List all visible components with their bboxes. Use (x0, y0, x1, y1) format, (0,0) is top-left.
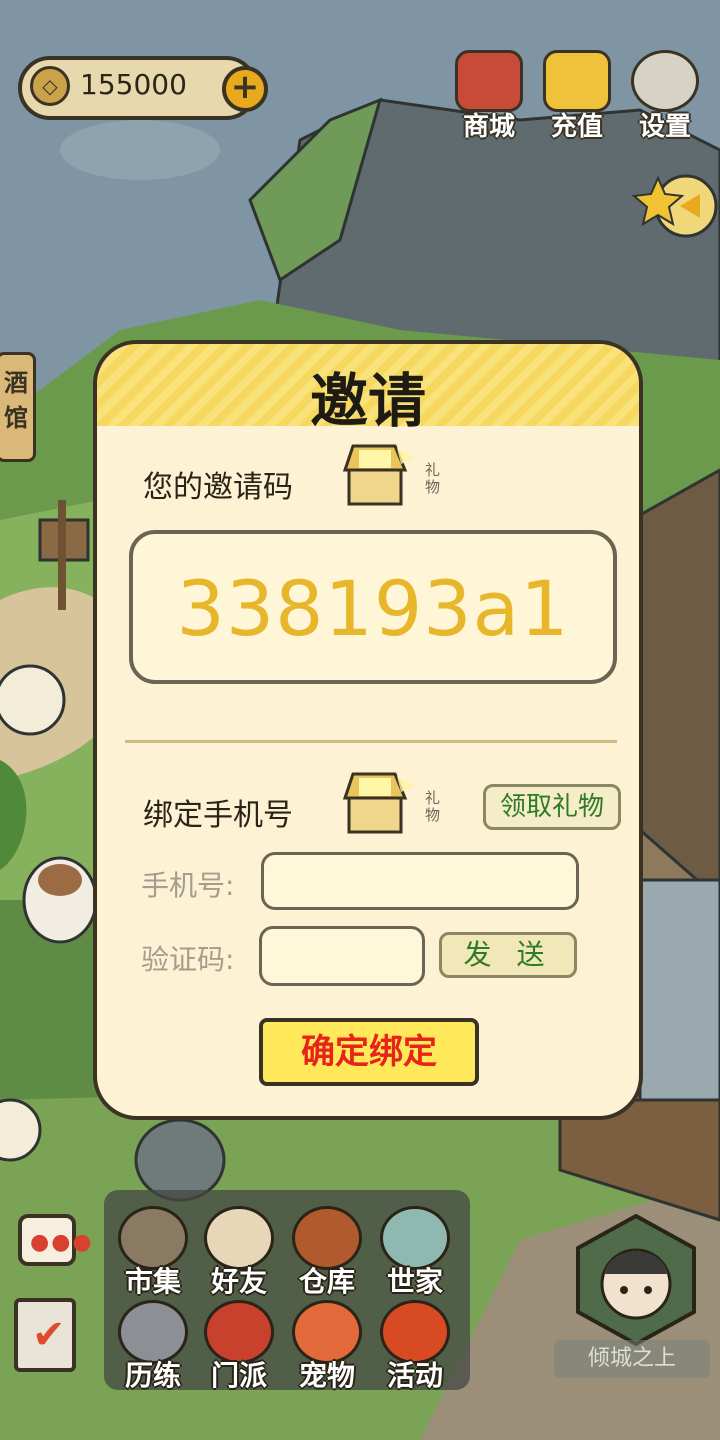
gift-chest-icon (342, 772, 415, 834)
invite-code-label: 您的邀请码 (143, 470, 293, 505)
verification-code-input[interactable] (259, 926, 425, 986)
recharge-button[interactable]: 充值 (536, 50, 618, 142)
server-name: 倾城之上 (554, 1340, 710, 1378)
menu-market[interactable]: 市集 (110, 1206, 196, 1302)
add-currency-button[interactable]: + (222, 66, 268, 112)
menu-warehouse[interactable]: 仓库 (284, 1206, 370, 1302)
menu-pet-label: 宠物 (298, 1359, 355, 1392)
gift-caption: 礼物 (425, 789, 441, 824)
menu-sect-label: 门派 (210, 1359, 267, 1392)
settings-button[interactable]: 设置 (624, 50, 706, 142)
confirm-bind-button[interactable]: 确定绑定 (259, 1018, 479, 1086)
bind-phone-label: 绑定手机号 (143, 798, 293, 833)
gear-icon (631, 50, 699, 112)
recharge-label: 充值 (550, 112, 603, 142)
chat-button[interactable]: ●●● (18, 1214, 92, 1266)
checkmark-icon: ✔ (32, 1312, 66, 1358)
divider (125, 740, 617, 743)
shop-bag-icon (455, 50, 523, 112)
gift-chest-icon (342, 444, 415, 506)
phone-label: 手机号: (141, 869, 235, 902)
claim-gift-button[interactable]: 领取礼物 (483, 784, 621, 830)
chat-bubble-icon: ●●● (30, 1230, 94, 1255)
menu-friends-label: 好友 (210, 1265, 267, 1298)
tavern-label: 酒馆 (4, 369, 28, 432)
menu-friends[interactable]: 好友 (196, 1206, 282, 1302)
phone-input[interactable] (261, 852, 579, 910)
menu-training-label: 历练 (124, 1359, 181, 1392)
invite-code-box: 338193a1 (129, 530, 617, 684)
invite-code: 338193a1 (176, 564, 570, 653)
menu-sect[interactable]: 门派 (196, 1300, 282, 1396)
dialog-title: 邀请 (309, 367, 426, 435)
menu-clan-label: 世家 (386, 1265, 443, 1298)
gold-ingot-icon (543, 50, 611, 112)
menu-clan[interactable]: 世家 (372, 1206, 458, 1302)
menu-market-label: 市集 (124, 1265, 181, 1298)
menu-events-label: 活动 (386, 1359, 443, 1392)
menu-pet[interactable]: 宠物 (284, 1300, 370, 1396)
invite-dialog: 邀请 您的邀请码 礼物 338193a1 绑定手机号 礼物 领取礼物 手机号: … (93, 340, 643, 1120)
verification-code-label: 验证码: (141, 943, 235, 976)
currency-value: 155000 (80, 68, 187, 101)
send-code-button[interactable]: 发 送 (439, 932, 577, 978)
coin-icon: ◇ (30, 66, 70, 106)
menu-events[interactable]: 活动 (372, 1300, 458, 1396)
player-avatar[interactable] (570, 1214, 702, 1346)
task-button[interactable]: ✔ (14, 1298, 76, 1372)
gift-caption: 礼物 (425, 461, 441, 496)
shop-button[interactable]: 商城 (448, 50, 530, 142)
menu-warehouse-label: 仓库 (298, 1265, 355, 1298)
menu-training[interactable]: 历练 (110, 1300, 196, 1396)
settings-label: 设置 (638, 112, 691, 142)
shop-label: 商城 (462, 112, 515, 142)
tavern-button[interactable]: 酒馆 (0, 352, 36, 462)
